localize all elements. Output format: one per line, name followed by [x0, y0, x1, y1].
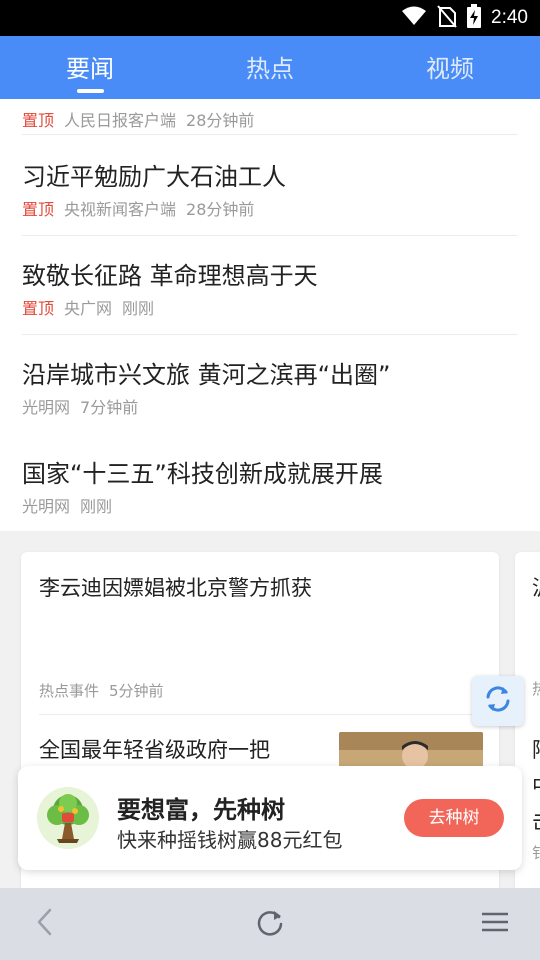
plant-tree-button[interactable]: 去种树 — [404, 799, 504, 837]
news-time: 刚刚 — [122, 299, 155, 318]
news-meta: 光明网 刚刚 — [22, 493, 122, 517]
menu-icon — [481, 910, 509, 938]
card-peek-text: 钅 — [532, 844, 540, 862]
news-meta: 置顶 央广网 刚刚 — [22, 295, 164, 319]
news-title: 国家“十三五”科技创新成就展开展 — [22, 460, 383, 488]
back-button[interactable] — [0, 888, 90, 960]
card-peek-text: 阿 — [532, 734, 540, 764]
promo-banner[interactable]: 要想富，先种树 快来种摇钱树赢88元红包 去种树 — [18, 766, 522, 870]
card-headline[interactable]: 李云迪因嫖娼被北京警方抓获 — [39, 572, 312, 602]
news-source: 光明网 — [22, 398, 71, 417]
battery-charging-icon — [467, 4, 482, 32]
refresh-button[interactable] — [472, 676, 524, 726]
active-tab-indicator — [77, 89, 104, 93]
menu-button[interactable] — [450, 888, 540, 960]
card-peek-text: 击 — [532, 806, 540, 836]
news-item[interactable]: 置顶 人民日报客户端 28分钟前 — [22, 99, 518, 135]
pinned-badge: 置顶 — [22, 111, 55, 130]
news-item[interactable]: 习近平勉励广大石油工人 置顶 央视新闻客户端 28分钟前 — [22, 135, 518, 236]
bottom-nav — [0, 888, 540, 960]
divider — [39, 714, 481, 715]
news-item[interactable]: 致敬长征路 革命理想高于天 置顶 央广网 刚刚 — [22, 236, 518, 335]
news-title: 致敬长征路 革命理想高于天 — [22, 262, 318, 290]
news-meta: 置顶 人民日报客户端 28分钟前 — [22, 107, 264, 131]
pinned-badge: 置顶 — [22, 299, 55, 318]
news-source: 央视新闻客户端 — [64, 200, 177, 219]
news-source: 光明网 — [22, 497, 71, 516]
no-sim-icon — [437, 4, 457, 32]
news-title: 习近平勉励广大石油工人 — [22, 163, 286, 191]
back-icon — [33, 907, 57, 941]
news-time: 7分钟前 — [80, 398, 139, 417]
status-bar: 2:40 — [0, 0, 540, 36]
card-time: 5分钟前 — [109, 682, 164, 700]
pinned-badge: 置顶 — [22, 200, 55, 219]
promo-subtitle: 快来种摇钱树赢88元红包 — [117, 828, 343, 852]
news-meta: 光明网 7分钟前 — [22, 394, 148, 418]
card-peek-text: 热 — [532, 680, 540, 698]
reload-button[interactable] — [225, 888, 315, 960]
news-item[interactable]: 国家“十三五”科技创新成就展开展 光明网 刚刚 — [22, 434, 518, 531]
money-tree-icon — [37, 787, 99, 849]
status-time: 2:40 — [491, 7, 528, 28]
news-time: 刚刚 — [80, 497, 113, 516]
news-time: 28分钟前 — [186, 200, 255, 219]
card-peek-text: 沪 — [532, 572, 540, 602]
news-meta: 置顶 央视新闻客户端 28分钟前 — [22, 196, 264, 220]
card-peek-text: 中 — [532, 770, 540, 800]
news-list: 置顶 人民日报客户端 28分钟前 习近平勉励广大石油工人 置顶 央视新闻客户端 28分钟… — [0, 99, 540, 531]
tab-hot[interactable]: 热点 — [210, 36, 330, 99]
card-second-headline[interactable]: 全国最年轻省级政府一把 — [39, 734, 270, 764]
status-icons: 2:40 — [401, 0, 528, 36]
news-title: 沿岸城市兴文旅 黄河之滨再“出圈” — [22, 361, 391, 389]
news-item[interactable]: 沿岸城市兴文旅 黄河之滨再“出圈” 光明网 7分钟前 — [22, 335, 518, 434]
news-time: 28分钟前 — [186, 111, 255, 130]
promo-title: 要想富，先种树 — [117, 796, 285, 824]
news-source: 央广网 — [64, 299, 113, 318]
refresh-icon — [482, 683, 514, 719]
card-category: 热点事件 — [39, 682, 100, 700]
reload-icon — [255, 907, 285, 941]
tab-video[interactable]: 视频 — [390, 36, 510, 99]
wifi-icon — [401, 5, 427, 31]
news-source: 人民日报客户端 — [64, 111, 177, 130]
top-tab-bar: 要闻 热点 视频 — [0, 36, 540, 99]
card-meta: 热点事件 5分钟前 — [39, 680, 174, 701]
